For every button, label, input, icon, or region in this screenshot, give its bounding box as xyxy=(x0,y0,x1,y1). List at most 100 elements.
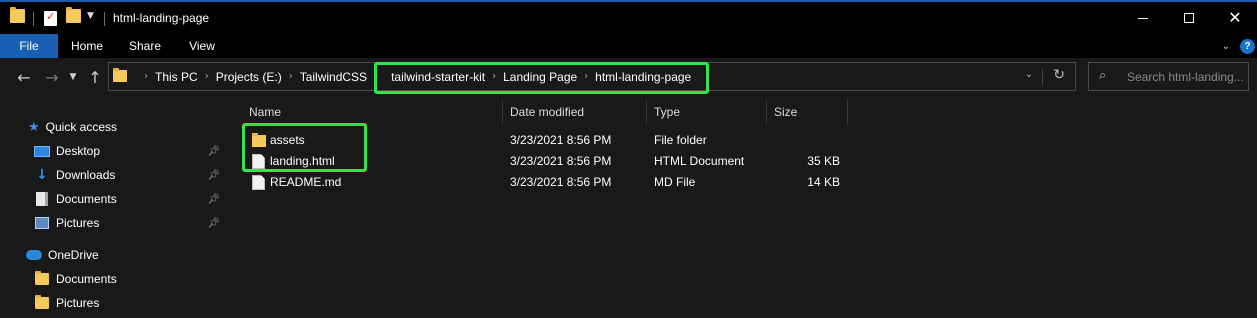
recent-locations-button[interactable]: ▼ xyxy=(66,66,80,88)
nav-item-label: Desktop xyxy=(56,144,101,158)
column-header-date[interactable]: Date modified xyxy=(510,100,584,124)
nav-documents[interactable]: Documents 📌︎ xyxy=(34,188,234,210)
download-icon: ↓ xyxy=(36,167,48,183)
nav-item-label: OneDrive xyxy=(48,248,99,262)
breadcrumb-chevron-icon[interactable]: › xyxy=(374,71,378,82)
breadcrumb-chevron-icon[interactable]: › xyxy=(289,71,293,82)
file-type: MD File xyxy=(654,175,696,189)
help-icon[interactable]: ? xyxy=(1240,38,1255,54)
column-header-name[interactable]: Name xyxy=(249,100,281,124)
nav-item-label: Documents xyxy=(56,192,117,206)
close-icon: ✕ xyxy=(1228,8,1242,27)
tab-share[interactable]: Share xyxy=(116,34,174,58)
crumb-tailwindcss[interactable]: TailwindCSS xyxy=(300,70,367,84)
file-date: 3/23/2021 8:56 PM xyxy=(510,175,612,189)
table-row[interactable]: README.md 3/23/2021 8:56 PM MD File 14 K… xyxy=(238,172,1257,193)
title-divider xyxy=(104,12,105,26)
search-box: ⌕ xyxy=(1088,62,1249,91)
nav-item-label: Documents xyxy=(56,272,117,286)
breadcrumb-chevron-icon[interactable]: › xyxy=(205,71,209,82)
column-divider[interactable] xyxy=(847,100,848,124)
nav-item-label: Pictures xyxy=(56,296,100,310)
folder-icon xyxy=(35,271,49,285)
column-header-type[interactable]: Type xyxy=(654,100,680,124)
file-list: Name Date modified Type Size assets 3/23… xyxy=(238,96,1257,318)
pin-icon: 📌︎ xyxy=(207,169,220,181)
column-divider[interactable] xyxy=(766,100,767,124)
file-name: README.md xyxy=(270,175,342,189)
file-size: 35 KB xyxy=(807,154,840,168)
forward-button[interactable]: → xyxy=(40,66,64,88)
crumb-tailwind-starter-kit[interactable]: tailwind-starter-kit xyxy=(391,70,485,84)
cloud-icon xyxy=(26,250,42,260)
properties-icon[interactable] xyxy=(44,10,57,26)
search-input[interactable] xyxy=(1127,63,1245,90)
up-arrow-icon: ↑ xyxy=(88,67,102,87)
maximize-icon xyxy=(1184,13,1194,23)
star-icon: ★ xyxy=(28,119,40,135)
navigation-pane: ★ Quick access Desktop 📌︎ ↓ Downloads 📌︎… xyxy=(0,96,238,318)
address-bar[interactable]: › This PC › Projects (E:) › TailwindCSS … xyxy=(108,62,1076,91)
breadcrumb-chevron-icon[interactable]: › xyxy=(584,71,588,82)
chevron-down-icon: ▼ xyxy=(69,72,77,82)
pin-icon: 📌︎ xyxy=(207,193,220,205)
file-icon xyxy=(252,175,265,190)
crumb-projects[interactable]: Projects (E:) xyxy=(216,70,282,84)
expand-ribbon-chevron-icon[interactable]: ⌄ xyxy=(1222,41,1230,52)
nav-item-label: Quick access xyxy=(45,120,118,134)
tab-file[interactable]: File xyxy=(0,34,58,58)
ribbon: File Home Share View ⌄ ? xyxy=(0,34,1257,58)
breadcrumb-chevron-icon[interactable]: › xyxy=(144,71,148,82)
nav-onedrive[interactable]: OneDrive xyxy=(26,244,99,266)
crumb-html-landing-page[interactable]: html-landing-page xyxy=(595,70,691,84)
minimize-icon xyxy=(1138,17,1148,19)
file-size xyxy=(780,130,840,151)
search-icon: ⌕ xyxy=(1099,68,1107,83)
crumb-this-pc[interactable]: This PC xyxy=(155,70,198,84)
maximize-button[interactable] xyxy=(1166,2,1212,34)
tab-view[interactable]: View xyxy=(174,34,230,58)
file-type: HTML Document xyxy=(654,154,745,168)
refresh-icon[interactable]: ↻ xyxy=(1053,67,1065,83)
pin-icon: 📌︎ xyxy=(207,145,220,157)
title-folder-icon xyxy=(10,7,25,23)
file-icon xyxy=(252,154,265,169)
address-history-chevron-icon[interactable]: ⌄ xyxy=(1025,69,1033,80)
minimize-button[interactable] xyxy=(1120,2,1166,34)
nav-onedrive-pictures[interactable]: Pictures xyxy=(34,292,99,314)
column-divider[interactable] xyxy=(646,100,647,124)
column-header-size[interactable]: Size xyxy=(774,100,797,124)
file-size: 14 KB xyxy=(807,175,840,189)
nav-onedrive-documents[interactable]: Documents xyxy=(34,268,117,290)
folder-icon xyxy=(252,133,266,147)
crumb-landing-page[interactable]: Landing Page xyxy=(503,70,577,84)
documents-icon xyxy=(36,192,48,206)
up-button[interactable]: ↑ xyxy=(86,66,104,88)
tab-home[interactable]: Home xyxy=(58,34,116,58)
nav-downloads[interactable]: ↓ Downloads 📌︎ xyxy=(34,164,234,186)
table-row[interactable]: assets 3/23/2021 8:56 PM File folder xyxy=(238,130,1257,151)
nav-quick-access[interactable]: ★ Quick access xyxy=(28,116,117,138)
new-folder-icon[interactable] xyxy=(66,7,81,23)
file-name: assets xyxy=(270,133,305,147)
title-bar: ▼ html-landing-page ✕ xyxy=(0,2,1257,34)
file-date: 3/23/2021 8:56 PM xyxy=(510,133,612,147)
navigation-bar: ← → ▼ ↑ › This PC › Projects (E:) › Tail… xyxy=(0,58,1257,96)
column-divider[interactable] xyxy=(502,100,503,124)
customize-toolbar-chevron-icon[interactable]: ▼ xyxy=(87,11,94,21)
quick-access-divider xyxy=(33,12,34,26)
close-button[interactable]: ✕ xyxy=(1212,2,1257,34)
table-row[interactable]: landing.html 3/23/2021 8:56 PM HTML Docu… xyxy=(238,151,1257,172)
pin-icon: 📌︎ xyxy=(207,217,220,229)
folder-icon xyxy=(35,295,49,309)
nav-desktop[interactable]: Desktop 📌︎ xyxy=(34,140,234,162)
file-name: landing.html xyxy=(270,154,335,168)
breadcrumb: › This PC › Projects (E:) › TailwindCSS … xyxy=(137,63,691,90)
breadcrumb-chevron-icon[interactable]: › xyxy=(492,71,496,82)
back-arrow-icon: ← xyxy=(17,67,31,87)
address-folder-icon xyxy=(113,68,127,85)
nav-pictures[interactable]: Pictures 📌︎ xyxy=(34,212,234,234)
back-button[interactable]: ← xyxy=(12,66,36,88)
pictures-icon xyxy=(35,217,49,229)
nav-item-label: Downloads xyxy=(56,168,116,182)
